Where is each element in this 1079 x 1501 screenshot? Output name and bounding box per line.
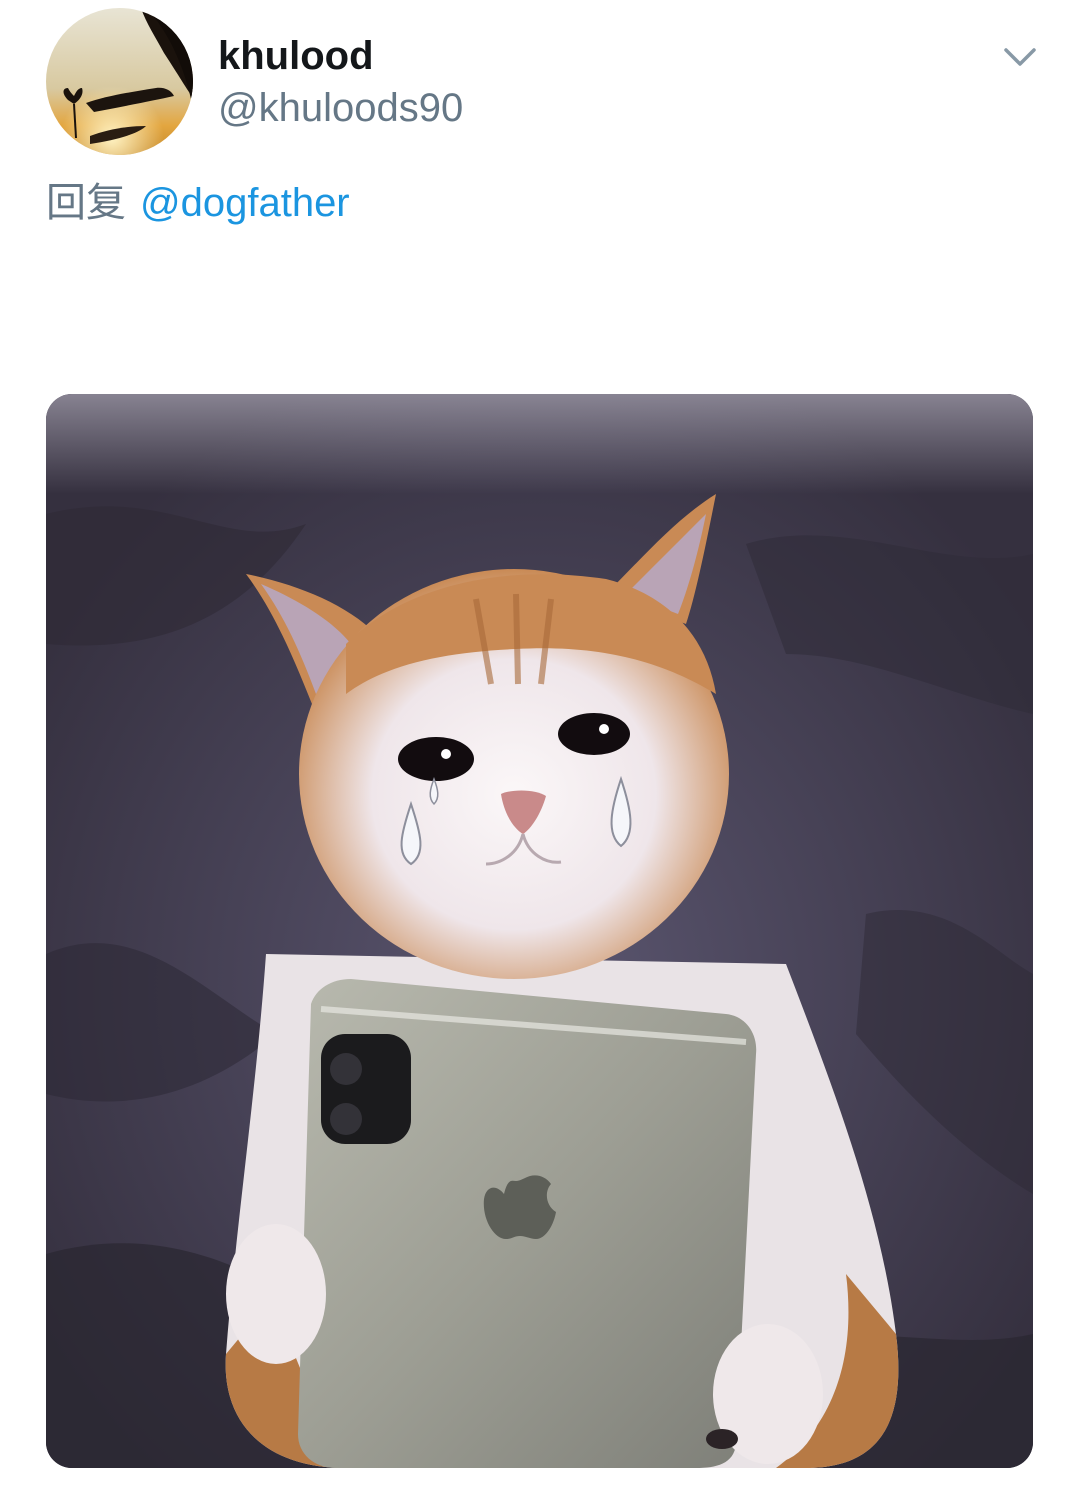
tweet-card: khulood @khuloods90 回复 @dogfather <box>0 0 1079 1501</box>
reply-mention-link[interactable]: @dogfather <box>140 181 350 225</box>
author-handle[interactable]: @khuloods90 <box>218 84 463 132</box>
avatar-image <box>46 8 193 155</box>
tweet-media-photo[interactable] <box>46 394 1033 1468</box>
author-avatar[interactable] <box>46 8 193 155</box>
author-display-name[interactable]: khulood <box>218 32 374 80</box>
reply-prefix: 回复 <box>46 181 126 225</box>
chevron-down-icon[interactable] <box>1000 42 1040 72</box>
reply-context: 回复 @dogfather <box>46 178 350 228</box>
crying-cat-holding-phone-image <box>46 394 1033 1468</box>
